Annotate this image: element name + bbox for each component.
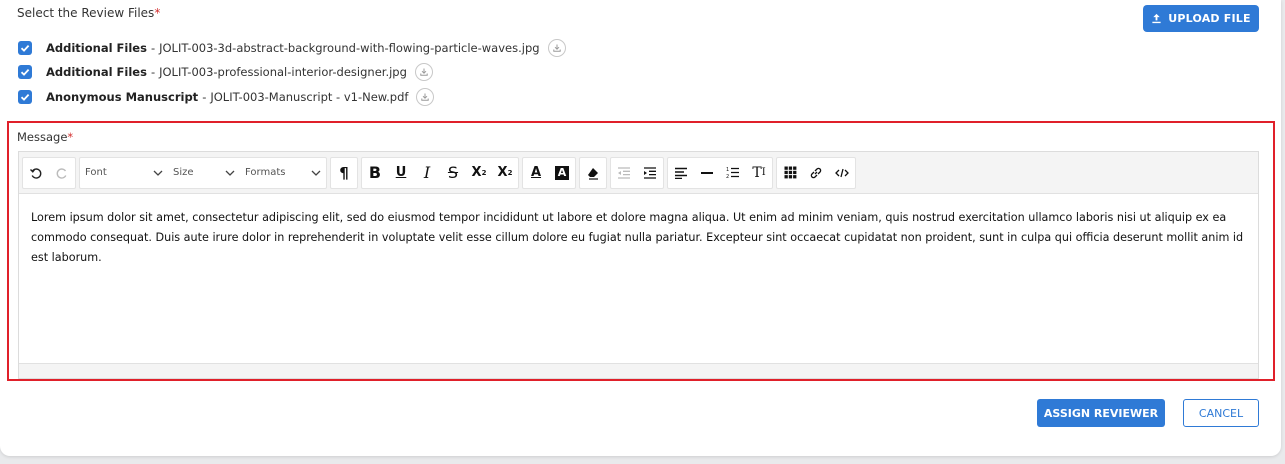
insert-group xyxy=(776,156,856,189)
indent-icon[interactable] xyxy=(639,160,661,186)
required-mark: * xyxy=(154,6,161,20)
align-icon[interactable] xyxy=(670,160,692,186)
size-select-label: Size xyxy=(173,167,194,178)
outdent-icon[interactable] xyxy=(613,160,635,186)
review-card: Select the Review Files* UPLOAD FILE Add… xyxy=(0,0,1281,456)
upload-file-label: UPLOAD FILE xyxy=(1168,12,1251,25)
svg-text:2: 2 xyxy=(726,174,729,179)
cancel-button[interactable]: CANCEL xyxy=(1183,399,1259,427)
formats-select-label: Formats xyxy=(245,167,286,178)
check-icon xyxy=(20,44,30,52)
ordered-list-icon[interactable]: 12 xyxy=(722,160,744,186)
svg-text:1: 1 xyxy=(726,167,729,173)
chevron-down-icon xyxy=(225,170,235,176)
download-icon[interactable] xyxy=(547,39,566,57)
bold-icon[interactable]: B xyxy=(364,160,386,186)
file-name: JOLIT-003-professional-interior-designer… xyxy=(159,65,407,79)
undo-icon[interactable] xyxy=(25,160,47,186)
chevron-down-icon xyxy=(153,170,163,176)
select-group: Font Size Formats xyxy=(79,156,327,189)
link-icon[interactable] xyxy=(805,160,827,186)
block-group: 12 TI xyxy=(667,156,773,189)
file-name: JOLIT-003-Manuscript - v1-New.pdf xyxy=(210,90,409,104)
file-checkbox[interactable] xyxy=(18,90,32,104)
review-files-title: Select the Review Files* xyxy=(17,6,161,20)
history-group xyxy=(22,156,76,189)
file-separator: - xyxy=(150,65,156,79)
chevron-down-icon xyxy=(311,170,321,176)
message-label: Message* xyxy=(17,130,74,144)
message-body[interactable]: Lorem ipsum dolor sit amet, consectetur … xyxy=(19,194,1258,282)
file-checkbox[interactable] xyxy=(18,41,32,55)
file-type-label: Anonymous Manuscript xyxy=(46,90,199,104)
strikethrough-icon[interactable]: S xyxy=(442,160,464,186)
file-name: JOLIT-003-3d-abstract-background-with-fl… xyxy=(159,41,540,55)
file-separator: - xyxy=(202,90,207,104)
file-type-label: Additional Files xyxy=(46,65,147,79)
font-color-icon[interactable]: A xyxy=(525,160,547,186)
size-select[interactable]: Size xyxy=(168,167,240,178)
subscript-icon[interactable]: X2 xyxy=(468,160,490,186)
text-style-group: B U I S X2 X2 xyxy=(361,156,519,189)
font-select[interactable]: Font xyxy=(80,167,168,178)
assign-reviewer-button[interactable]: ASSIGN REVIEWER xyxy=(1037,399,1165,427)
redo-icon[interactable] xyxy=(51,160,73,186)
table-icon[interactable] xyxy=(779,160,801,186)
horizontal-rule-icon[interactable] xyxy=(696,160,718,186)
font-select-label: Font xyxy=(85,167,107,178)
editor-toolbar: Font Size Formats ¶ B U I S X2 X2 A A 1 … xyxy=(19,152,1258,194)
rich-text-editor: Font Size Formats ¶ B U I S X2 X2 A A 1 … xyxy=(18,151,1259,379)
editor-statusbar xyxy=(19,363,1258,378)
formats-select[interactable]: Formats xyxy=(240,167,326,178)
file-row: Additional Files - JOLIT-003-professiona… xyxy=(18,63,433,81)
check-icon xyxy=(20,93,30,101)
file-row: Anonymous Manuscript - JOLIT-003-Manuscr… xyxy=(18,88,435,106)
paragraph-group: ¶ xyxy=(330,156,358,189)
download-icon[interactable] xyxy=(414,63,433,81)
file-checkbox[interactable] xyxy=(18,65,32,79)
eraser-icon[interactable] xyxy=(582,160,604,186)
check-icon xyxy=(20,68,30,76)
superscript-icon[interactable]: X2 xyxy=(494,160,516,186)
file-separator: - xyxy=(150,41,156,55)
upload-file-button[interactable]: UPLOAD FILE xyxy=(1143,5,1259,32)
download-icon[interactable] xyxy=(416,88,435,106)
paragraph-icon[interactable]: ¶ xyxy=(333,160,355,186)
upload-icon xyxy=(1152,13,1161,24)
indent-group xyxy=(610,156,664,189)
highlight-color-icon[interactable]: A xyxy=(551,160,573,186)
text-style-icon[interactable]: TI xyxy=(748,160,770,186)
color-group: A A xyxy=(522,156,576,189)
underline-icon[interactable]: U xyxy=(390,160,412,186)
eraser-group xyxy=(579,156,607,189)
file-type-label: Additional Files xyxy=(46,41,147,55)
italic-icon[interactable]: I xyxy=(416,160,438,186)
file-row: Additional Files - JOLIT-003-3d-abstract… xyxy=(18,39,566,57)
code-view-icon[interactable] xyxy=(831,160,853,186)
required-mark: * xyxy=(67,130,74,144)
